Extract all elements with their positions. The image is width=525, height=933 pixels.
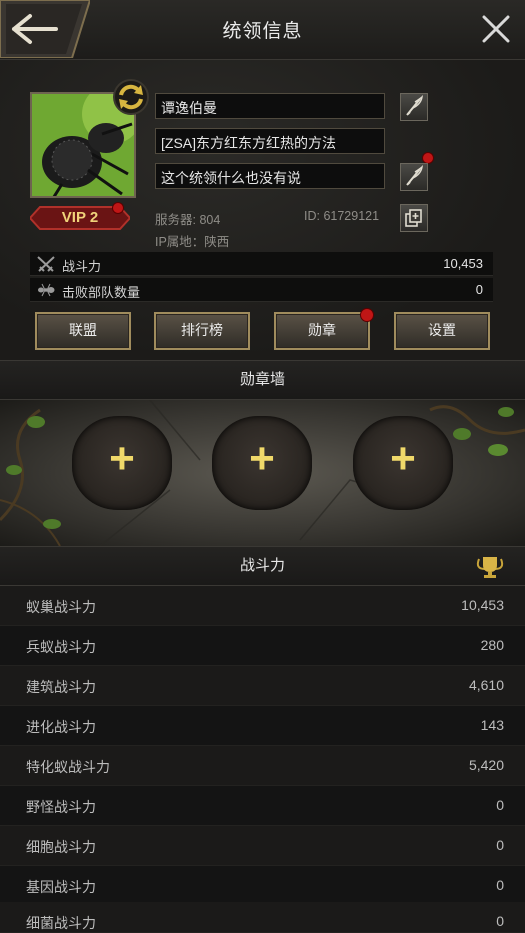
combat-power-row: 战斗力 10,453 bbox=[30, 252, 493, 276]
power-value: 0 bbox=[496, 837, 504, 853]
vip-notification-dot bbox=[112, 202, 124, 214]
settings-button[interactable]: 设置 bbox=[394, 312, 490, 350]
medal-wall: + + + bbox=[0, 400, 525, 546]
copy-icon bbox=[405, 209, 422, 227]
power-label: 细胞战斗力 bbox=[26, 839, 96, 855]
alliance-button[interactable]: 联盟 bbox=[35, 312, 131, 350]
close-icon bbox=[482, 15, 510, 43]
ant-icon bbox=[38, 283, 55, 297]
power-value: 0 bbox=[496, 877, 504, 893]
power-label: 基因战斗力 bbox=[26, 879, 96, 895]
stat-label: 战斗力 bbox=[62, 259, 102, 274]
power-value: 10,453 bbox=[461, 597, 504, 613]
power-row-special-ant: 特化蚁战斗力 5,420 bbox=[0, 746, 525, 786]
medal-wall-header: 勋章墙 bbox=[0, 360, 525, 400]
stat-label: 击败部队数量 bbox=[62, 285, 141, 300]
medal-slot-3[interactable]: + bbox=[353, 416, 453, 510]
power-row-building: 建筑战斗力 4,610 bbox=[0, 666, 525, 706]
vip-badge[interactable]: VIP 2 bbox=[30, 202, 130, 231]
copy-id-button[interactable] bbox=[400, 204, 428, 232]
power-row-bacteria: 细菌战斗力 0 bbox=[0, 902, 525, 933]
edit-motto-button[interactable] bbox=[400, 163, 428, 191]
power-row-soldier: 兵蚁战斗力 280 bbox=[0, 626, 525, 666]
page-title: 统领信息 bbox=[222, 21, 303, 42]
power-label: 进化战斗力 bbox=[26, 719, 96, 735]
power-row-evolution: 进化战斗力 143 bbox=[0, 706, 525, 746]
power-label: 细菌战斗力 bbox=[26, 915, 96, 931]
power-label: 建筑战斗力 bbox=[26, 679, 96, 695]
defeated-troops-row: 击败部队数量 0 bbox=[30, 278, 493, 302]
stat-value: 0 bbox=[475, 282, 483, 297]
power-header: 战斗力 bbox=[0, 546, 525, 586]
server-info: 服务器: 804 bbox=[155, 213, 221, 227]
motto-field: 这个统领什么也没有说 bbox=[155, 163, 385, 189]
power-label: 蚁巢战斗力 bbox=[26, 599, 96, 615]
stat-value: 10,453 bbox=[443, 256, 483, 271]
top-bar: 统领信息 bbox=[0, 0, 525, 60]
power-value: 5,420 bbox=[468, 757, 504, 773]
alliance-name-field: [ZSA]东方红东方红热的方法 bbox=[155, 128, 385, 154]
player-id: ID: 61729121 bbox=[304, 209, 380, 223]
close-button[interactable] bbox=[481, 14, 511, 44]
profile-panel: VIP 2 谭逸伯曼 [ZSA]东方红东方红热的方法 这个统领什么也没有说 服务… bbox=[0, 60, 525, 360]
ip-location: IP属地：陕西 bbox=[155, 235, 230, 249]
power-value: 143 bbox=[480, 717, 504, 733]
edit-name-button[interactable] bbox=[400, 93, 428, 121]
ranking-button[interactable]: 排行榜 bbox=[154, 312, 250, 350]
crossed-swords-icon bbox=[37, 256, 55, 272]
quill-icon bbox=[406, 165, 423, 186]
power-row-nest: 蚁巢战斗力 10,453 bbox=[0, 586, 525, 626]
power-value: 0 bbox=[496, 913, 504, 929]
add-icon: + bbox=[109, 434, 135, 483]
power-row-wild: 野怪战斗力 0 bbox=[0, 786, 525, 826]
power-value: 280 bbox=[480, 637, 504, 653]
medal-button[interactable]: 勋章 bbox=[274, 312, 370, 350]
add-icon: + bbox=[249, 434, 275, 483]
medal-notification-dot bbox=[360, 308, 374, 322]
quill-icon bbox=[406, 95, 423, 116]
power-label: 兵蚁战斗力 bbox=[26, 639, 96, 655]
power-value: 4,610 bbox=[468, 677, 504, 693]
player-name-field: 谭逸伯曼 bbox=[155, 93, 385, 119]
power-label: 野怪战斗力 bbox=[26, 799, 96, 815]
power-row-cell: 细胞战斗力 0 bbox=[0, 826, 525, 866]
add-icon: + bbox=[390, 434, 416, 483]
trophy-icon bbox=[476, 557, 504, 578]
power-row-gene: 基因战斗力 0 bbox=[0, 866, 525, 906]
change-avatar-button[interactable] bbox=[112, 78, 150, 116]
medal-slot-1[interactable]: + bbox=[72, 416, 172, 510]
power-title: 战斗力 bbox=[239, 557, 285, 574]
medal-slot-2[interactable]: + bbox=[212, 416, 312, 510]
power-value: 0 bbox=[496, 797, 504, 813]
power-label: 特化蚁战斗力 bbox=[26, 759, 110, 775]
swap-arrows-icon bbox=[113, 79, 149, 115]
